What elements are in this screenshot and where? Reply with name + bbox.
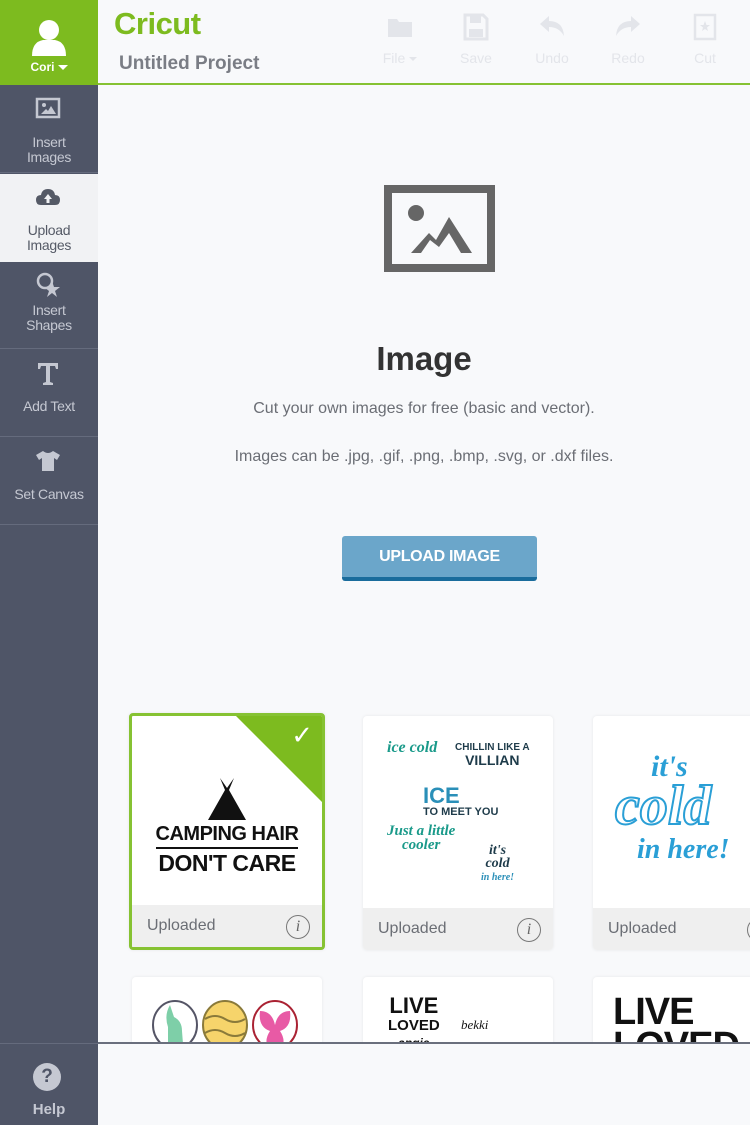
user-menu[interactable]: Cori <box>0 0 98 85</box>
chevron-down-icon <box>409 57 418 62</box>
help-button[interactable]: ? Help <box>0 1043 98 1125</box>
image-placeholder-icon <box>384 185 495 272</box>
image-thumbnail: ice cold CHILLIN LIKE A VILLIAN ICE TO ME… <box>363 716 553 908</box>
image-thumbnail: it's cold in here! <box>593 716 750 908</box>
save-icon <box>463 13 489 41</box>
design-text: CHILLIN LIKE A VILLIAN <box>455 742 530 768</box>
cut-icon <box>693 13 717 41</box>
shapes-icon <box>36 272 60 297</box>
panel-description: Cut your own images for free (basic and … <box>253 400 595 417</box>
redo-icon <box>616 16 640 36</box>
cricut-logo: Cricut <box>114 6 201 41</box>
checkmark-icon: ✓ <box>291 720 313 750</box>
upload-status: Uploaded <box>608 920 677 937</box>
design-text: TO MEET YOU <box>423 806 499 818</box>
header: Cricut Untitled Project File Save Undo R… <box>98 0 750 85</box>
upload-panel: Image Cut your own images for free (basi… <box>98 87 750 1057</box>
design-text: it's cold in here! <box>481 843 515 884</box>
card-footer: Uploaded i <box>132 905 322 947</box>
upload-status: Uploaded <box>147 917 216 934</box>
text-icon <box>38 363 58 385</box>
chevron-down-icon <box>57 65 68 71</box>
sidebar-item-label: Set Canvas <box>14 486 84 502</box>
uploaded-image-card[interactable]: it's cold in here! Uploaded i <box>593 716 750 950</box>
help-icon: ? <box>33 1063 61 1091</box>
sidebar-item-label: Add Text <box>23 398 75 414</box>
design-text: bekki <box>461 1017 489 1032</box>
help-label: Help <box>32 1101 66 1118</box>
user-avatar-icon <box>32 20 66 56</box>
cloud-upload-icon <box>36 189 60 205</box>
cut-button[interactable]: Cut <box>675 12 735 66</box>
sidebar: Cori Insert Images Upload Images Insert Sha… <box>0 0 98 1125</box>
sidebar-item-label: Insert Shapes <box>26 302 72 333</box>
redo-button[interactable]: Redo <box>598 12 658 66</box>
info-icon[interactable]: i <box>286 915 310 939</box>
card-footer: Uploaded i <box>363 908 553 950</box>
sidebar-item-upload-images[interactable]: Upload Images <box>0 174 98 262</box>
save-button[interactable]: Save <box>446 12 506 66</box>
design-text: cold <box>614 774 712 838</box>
project-title[interactable]: Untitled Project <box>119 53 259 75</box>
supported-formats: Images can be .jpg, .gif, .png, .bmp, .s… <box>234 448 614 465</box>
user-name: Cori <box>0 60 98 74</box>
bottom-bar <box>98 1042 750 1125</box>
design-text: ice cold <box>387 739 438 756</box>
uploaded-image-card[interactable]: CAMPING HAIR DON'T CARE ✓ Uploaded i <box>129 713 325 950</box>
divider <box>156 847 298 849</box>
design-text: Just a little cooler <box>387 823 456 853</box>
upload-status: Uploaded <box>378 920 447 937</box>
info-icon[interactable]: i <box>517 918 541 942</box>
folder-icon <box>388 19 412 37</box>
design-text-line1: CAMPING HAIR <box>155 823 299 845</box>
undo-icon <box>540 16 564 36</box>
card-footer: Uploaded i <box>593 908 750 950</box>
panel-title: Image <box>376 340 472 377</box>
design-text: in here! <box>637 834 730 865</box>
image-icon <box>35 97 61 119</box>
shirt-icon <box>36 451 60 471</box>
upload-image-button[interactable]: UPLOAD IMAGE <box>342 536 537 581</box>
sidebar-item-insert-images[interactable]: Insert Images <box>0 85 98 173</box>
undo-button[interactable]: Undo <box>522 12 582 66</box>
sidebar-item-add-text[interactable]: Add Text <box>0 349 98 437</box>
sidebar-item-label: Upload Images <box>26 222 72 253</box>
file-menu-button[interactable]: File <box>370 12 430 66</box>
uploaded-image-card[interactable]: ice cold CHILLIN LIKE A VILLIAN ICE TO ME… <box>363 716 553 950</box>
sidebar-item-label: Insert Images <box>26 134 72 165</box>
design-text: ICE <box>423 783 460 808</box>
sidebar-item-set-canvas[interactable]: Set Canvas <box>0 437 98 525</box>
design-text-line2: DON'T CARE <box>158 850 296 876</box>
sidebar-item-insert-shapes[interactable]: Insert Shapes <box>0 261 98 349</box>
